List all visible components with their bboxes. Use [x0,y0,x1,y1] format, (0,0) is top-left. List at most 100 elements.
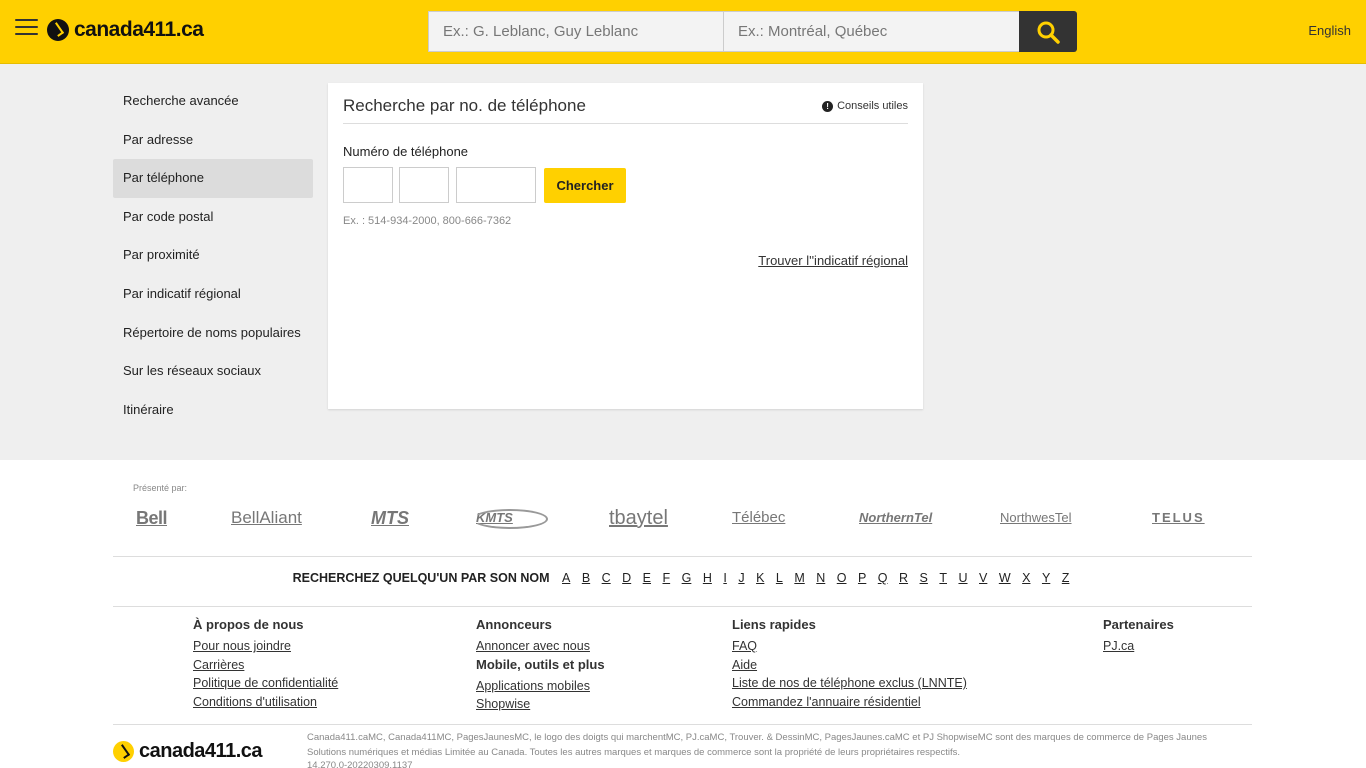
alphabet-letter-link[interactable]: A [562,571,570,585]
footer-heading-mobile-tools: Mobile, outils et plus [476,656,605,672]
search-icon [1037,21,1060,44]
hamburger-menu-icon[interactable] [15,19,38,37]
partner-logo-bellaliant[interactable]: BellAliant [231,505,302,531]
partner-logo-telus[interactable]: TELUS [1152,505,1205,531]
alphabet-letter-link[interactable]: Z [1062,571,1070,585]
partner-logo-kmts[interactable]: KMTS [472,505,548,531]
sidenav-item-by-address[interactable]: Par adresse [113,121,313,160]
partner-logo-bell[interactable]: Bell [136,505,168,531]
footer-link-faq[interactable]: FAQ [732,637,967,656]
alphabet-title: RECHERCHEZ QUELQU'UN PAR SON NOM [292,571,550,585]
legal-notice: Canada411.caMC, Canada411MC, PagesJaunes… [307,732,1207,758]
sidenav-item-by-phone[interactable]: Par téléphone [113,159,313,198]
partner-logo-tbaytel[interactable]: tbaytel [609,505,668,531]
footer-link-help[interactable]: Aide [732,656,967,675]
main-content-area: Recherche avancée Par adresse Par téléph… [0,64,1366,460]
footer-column-about: À propos de nous Pour nous joindre Carri… [193,616,338,711]
card-divider [343,123,908,124]
footer-link-shopwise[interactable]: Shopwise [476,695,605,714]
helpful-tips-link[interactable]: ! Conseils utiles [822,100,908,112]
walking-fingers-logo-icon [113,741,134,762]
footer-divider [113,724,1252,725]
alphabet-letter-link[interactable]: F [663,571,671,585]
walking-fingers-logo-icon [47,19,69,41]
site-logo[interactable]: canada411.ca [47,18,204,42]
card-title: Recherche par no. de téléphone [343,96,586,115]
helpful-tips-label: Conseils utiles [837,100,908,112]
phone-search-button[interactable]: Chercher [544,168,626,203]
alphabet-letter-link[interactable]: L [776,571,783,585]
footer-divider [113,556,1252,557]
alphabet-letter-link[interactable]: C [602,571,611,585]
header-search-button[interactable] [1019,11,1077,52]
footer-logo-text: canada411.ca [139,740,263,762]
footer-column-partners: Partenaires PJ.ca [1103,616,1174,656]
alphabet-letter-link[interactable]: D [622,571,631,585]
sidenav-item-directions[interactable]: Itinéraire [113,391,313,430]
alphabet-letter-link[interactable]: Y [1042,571,1050,585]
alphabet-letter-link[interactable]: I [723,571,726,585]
alphabet-letter-link[interactable]: P [858,571,866,585]
phone-example-hint: Ex. : 514-934-2000, 800-666-7362 [343,215,512,227]
info-icon: ! [822,100,834,112]
alphabet-letter-link[interactable]: N [816,571,825,585]
footer-link-pj[interactable]: PJ.ca [1103,637,1174,656]
phone-search-card: Recherche par no. de téléphone ! Conseil… [328,83,923,409]
footer-column-quick-links: Liens rapides FAQ Aide Liste de nos de t… [732,616,967,711]
footer-link-terms[interactable]: Conditions d'utilisation [193,693,338,712]
footer-heading-partners: Partenaires [1103,617,1174,632]
footer-heading-advertisers: Annonceurs [476,617,552,632]
search-type-sidenav: Recherche avancée Par adresse Par téléph… [113,82,313,429]
footer-link-privacy[interactable]: Politique de confidentialité [193,674,338,693]
footer-heading-quick-links: Liens rapides [732,617,816,632]
footer-heading-about: À propos de nous [193,617,304,632]
footer-link-advertise[interactable]: Annoncer avec nous [476,637,605,656]
footer-column-advertisers: Annonceurs Annoncer avec nous Mobile, ou… [476,616,605,714]
version-string: 14.270.0-20220309.1137 [307,760,413,768]
footer-link-order-directory[interactable]: Commandez l'annuaire résidentiel [732,693,967,712]
partner-logo-northerntel[interactable]: NorthernTel [859,505,932,531]
find-area-code-link[interactable]: Trouver l''indicatif régional [758,253,908,268]
alphabet-letter-link[interactable]: B [582,571,590,585]
sidenav-item-advanced-search[interactable]: Recherche avancée [113,82,313,121]
alphabet-letter-link[interactable]: J [738,571,744,585]
footer-logo[interactable]: canada411.ca [113,740,263,763]
sidenav-item-social-networks[interactable]: Sur les réseaux sociaux [113,352,313,391]
phone-number-label: Numéro de téléphone [343,144,469,159]
alphabet-letter-link[interactable]: S [920,571,928,585]
language-toggle-link[interactable]: English [1308,23,1351,38]
alphabet-letter-link[interactable]: H [703,571,712,585]
partner-logo-northwestel[interactable]: NorthwesTel [1000,505,1072,531]
alphabet-letter-link[interactable]: T [939,571,947,585]
footer-link-mobile-apps[interactable]: Applications mobiles [476,677,605,696]
sidenav-item-by-postal-code[interactable]: Par code postal [113,198,313,237]
footer-link-dncl[interactable]: Liste de nos de téléphone exclus (LNNTE) [732,674,967,693]
alphabet-letter-link[interactable]: V [979,571,987,585]
presented-by-label: Présenté par: [133,483,188,493]
sidenav-item-by-area-code[interactable]: Par indicatif régional [113,275,313,314]
alphabet-letter-link[interactable]: K [756,571,764,585]
alphabet-letter-link[interactable]: G [682,571,692,585]
footer-divider [113,606,1252,607]
phone-line-number-input[interactable] [456,167,536,203]
sidenav-item-by-proximity[interactable]: Par proximité [113,236,313,275]
partner-logo-mts[interactable]: MTS [371,505,409,531]
top-header: canada411.ca English [0,0,1366,64]
alphabet-letter-link[interactable]: M [794,571,804,585]
alphabet-letter-link[interactable]: U [958,571,967,585]
search-who-input[interactable] [428,11,724,52]
alphabet-letter-link[interactable]: Q [878,571,888,585]
alphabet-name-search: RECHERCHEZ QUELQU'UN PAR SON NOM A B C D… [0,571,1366,585]
alphabet-letter-link[interactable]: E [643,571,651,585]
phone-prefix-input[interactable] [399,167,449,203]
partner-logo-telebec[interactable]: Télébec [732,505,785,531]
alphabet-letter-link[interactable]: R [899,571,908,585]
footer-link-careers[interactable]: Carrières [193,656,338,675]
footer-link-contact[interactable]: Pour nous joindre [193,637,338,656]
phone-area-code-input[interactable] [343,167,393,203]
sidenav-item-popular-names[interactable]: Répertoire de noms populaires [113,314,313,353]
search-where-input[interactable] [723,11,1020,52]
alphabet-letter-link[interactable]: O [837,571,847,585]
alphabet-letter-link[interactable]: W [999,571,1011,585]
alphabet-letter-link[interactable]: X [1022,571,1030,585]
